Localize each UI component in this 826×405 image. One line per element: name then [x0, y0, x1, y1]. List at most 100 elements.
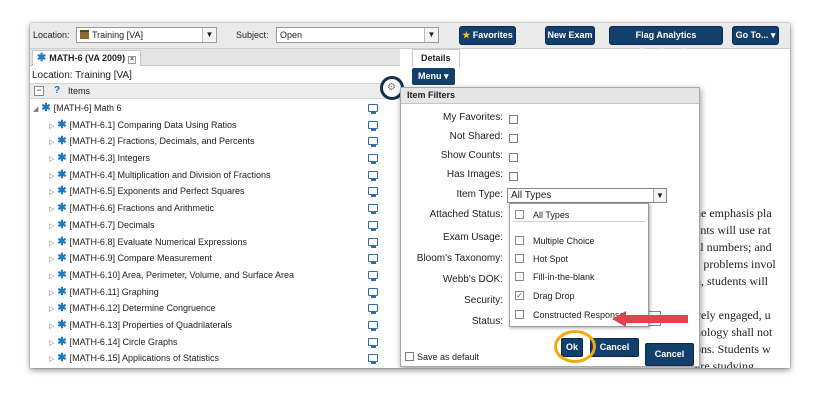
subject-select[interactable]: Open ▼	[276, 27, 439, 43]
option-checkbox[interactable]	[515, 310, 524, 319]
option-checkbox[interactable]: ✓	[515, 291, 524, 300]
tree-item[interactable]: ▷ ✱ [MATH-6.10] Area, Perimeter, Volume, a…	[30, 267, 400, 284]
collapsed-triangle-icon[interactable]: ▷	[49, 256, 54, 263]
has-images-checkbox[interactable]	[509, 172, 518, 181]
location-line: Location: Training [VA]	[32, 70, 132, 81]
collapsed-triangle-icon[interactable]: ▷	[49, 206, 54, 213]
subject-label: Subject:	[236, 30, 269, 40]
tree-root-label: [MATH-6] Math 6	[53, 103, 122, 113]
item-type-option[interactable]: Fill-in-the-blank	[510, 269, 648, 285]
save-as-default[interactable]: Save as default	[405, 352, 479, 362]
collapsed-triangle-icon[interactable]: ▷	[49, 273, 54, 280]
tree-item[interactable]: ▷ ✱ [MATH-6.15] Applications of Statistics	[30, 350, 400, 367]
help-icon[interactable]: ?	[54, 85, 60, 96]
collapsed-triangle-icon[interactable]: ▷	[49, 139, 54, 146]
collapsed-triangle-icon[interactable]: ▷	[49, 189, 54, 196]
collapsed-triangle-icon[interactable]: ▷	[49, 340, 54, 347]
favorites-button[interactable]: ★ Favorites	[459, 26, 516, 45]
preview-icon[interactable]	[368, 254, 378, 265]
filter-gear-icon[interactable]: ⚙	[387, 82, 396, 94]
tab-math-6[interactable]: ✱ MATH-6 (VA 2009) ×	[32, 50, 142, 66]
item-type-option[interactable]: Hot Spot	[510, 251, 648, 267]
collapsed-triangle-icon[interactable]: ▷	[49, 156, 54, 163]
tree-item[interactable]: ▷ ✱ [MATH-6.1] Comparing Data Using Ratios	[30, 117, 400, 134]
preview-icon[interactable]	[368, 120, 378, 131]
blooms-label: Bloom's Taxonomy:	[416, 253, 503, 264]
option-checkbox[interactable]	[515, 210, 524, 219]
tree-item[interactable]: ▷ ✱ [MATH-6.9] Compare Measurement	[30, 250, 400, 267]
details-text: he emphasis pla ents will use rat al numbe…	[695, 205, 790, 368]
preview-icon[interactable]	[368, 270, 378, 281]
webbs-dok-label: Webb's DOK:	[442, 274, 503, 285]
collapsed-triangle-icon[interactable]: ▷	[49, 356, 54, 363]
tree-item[interactable]: ▷ ✱ [MATH-6.8] Evaluate Numerical Expressi…	[30, 234, 400, 251]
preview-icon[interactable]	[368, 320, 378, 331]
my-favorites-label: My Favorites:	[442, 112, 503, 123]
location-select[interactable]: Training [VA] ▼	[76, 27, 217, 43]
option-label: All Types	[533, 210, 570, 220]
collapsed-triangle-icon[interactable]: ▷	[49, 223, 54, 230]
preview-icon[interactable]	[368, 237, 378, 248]
tree-item[interactable]: ▷ ✱ [MATH-6.4] Multiplication and Division…	[30, 167, 400, 184]
item-type-option[interactable]: All Types	[510, 207, 648, 223]
option-checkbox[interactable]	[515, 272, 524, 281]
new-exam-button[interactable]: New Exam	[545, 26, 595, 45]
tree-item[interactable]: ▷ ✱ [MATH-6.12] Determine Congruence	[30, 300, 400, 317]
tree-item[interactable]: ▷ ✱ [MATH-6.6] Fractions and Arithmetic	[30, 200, 400, 217]
menu-button[interactable]: Menu ▾	[412, 68, 455, 85]
preview-icon[interactable]	[368, 287, 378, 298]
tree-item[interactable]: ▷ ✱ [MATH-6.11] Graphing	[30, 284, 400, 301]
my-favorites-checkbox[interactable]	[509, 115, 518, 124]
preview-icon[interactable]	[368, 137, 378, 148]
collapsed-triangle-icon[interactable]: ▷	[49, 290, 54, 297]
collapsed-triangle-icon[interactable]: ▷	[49, 173, 54, 180]
attached-status-label: Attached Status:	[429, 209, 503, 220]
standard-icon: ✱	[57, 135, 67, 148]
item-type-label: Item Type:	[456, 189, 503, 200]
preview-icon[interactable]	[368, 204, 378, 215]
location-label: Location:	[33, 30, 70, 40]
save-default-checkbox[interactable]	[405, 352, 414, 361]
preview-icon[interactable]	[368, 304, 378, 315]
preview-icon[interactable]	[368, 170, 378, 181]
option-label: Fill-in-the-blank	[533, 272, 595, 282]
tree-item[interactable]: ▷ ✱ [MATH-6.2] Fractions, Decimals, and Pe…	[30, 133, 400, 150]
close-icon[interactable]: ×	[128, 56, 137, 64]
collapsed-triangle-icon[interactable]: ▷	[49, 123, 54, 130]
tree-item-label: [MATH-6.2] Fractions, Decimals, and Perc…	[69, 136, 255, 147]
option-checkbox[interactable]	[515, 254, 524, 263]
collapse-all-button[interactable]: −	[34, 86, 44, 96]
preview-icon[interactable]	[368, 154, 378, 165]
preview-icon[interactable]	[368, 337, 378, 348]
expanded-triangle-icon[interactable]: ◢	[33, 106, 38, 113]
tree-item[interactable]: ▷ ✱ [MATH-6.5] Exponents and Perfect Squar…	[30, 183, 400, 200]
show-counts-checkbox[interactable]	[509, 153, 518, 162]
tree-root[interactable]: ◢ ✱ [MATH-6] Math 6	[30, 100, 400, 117]
tree-item[interactable]: ▷ ✱ [MATH-6.14] Circle Graphs	[30, 334, 400, 351]
details-text-line: he emphasis pla	[695, 206, 772, 220]
standard-icon: ✱	[57, 152, 67, 165]
standard-icon: ✱	[57, 302, 67, 315]
preview-icon[interactable]	[368, 220, 378, 231]
tree-item-label: [MATH-6.3] Integers	[69, 153, 150, 164]
preview-icon[interactable]	[368, 187, 378, 198]
collapsed-triangle-icon[interactable]: ▷	[49, 323, 54, 330]
collapsed-triangle-icon[interactable]: ▷	[49, 306, 54, 313]
tree-item[interactable]: ▷ ✱ [MATH-6.13] Properties of Quadrilatera…	[30, 317, 400, 334]
item-type-select[interactable]: All Types ▼	[507, 188, 667, 203]
not-shared-checkbox[interactable]	[509, 134, 518, 143]
outer-cancel-button[interactable]: Cancel	[645, 343, 694, 366]
preview-icon[interactable]	[368, 354, 378, 365]
tree-item[interactable]: ▷ ✱ [MATH-6.7] Decimals	[30, 217, 400, 234]
bank-icon	[80, 30, 89, 39]
tab-details[interactable]: Details	[412, 49, 460, 67]
collapsed-triangle-icon[interactable]: ▷	[49, 240, 54, 247]
goto-button[interactable]: Go To... ▾	[732, 26, 779, 45]
flag-analytics-button[interactable]: Flag Analytics Benchmarks	[609, 26, 723, 57]
item-type-option[interactable]: ✓ Drag Drop	[510, 288, 648, 304]
tree-item[interactable]: ▷ ✱ [MATH-6.3] Integers	[30, 150, 400, 167]
preview-icon[interactable]	[368, 104, 378, 114]
item-type-option[interactable]: Multiple Choice	[510, 233, 648, 249]
cancel-button[interactable]: Cancel	[590, 338, 639, 357]
option-checkbox[interactable]	[515, 236, 524, 245]
